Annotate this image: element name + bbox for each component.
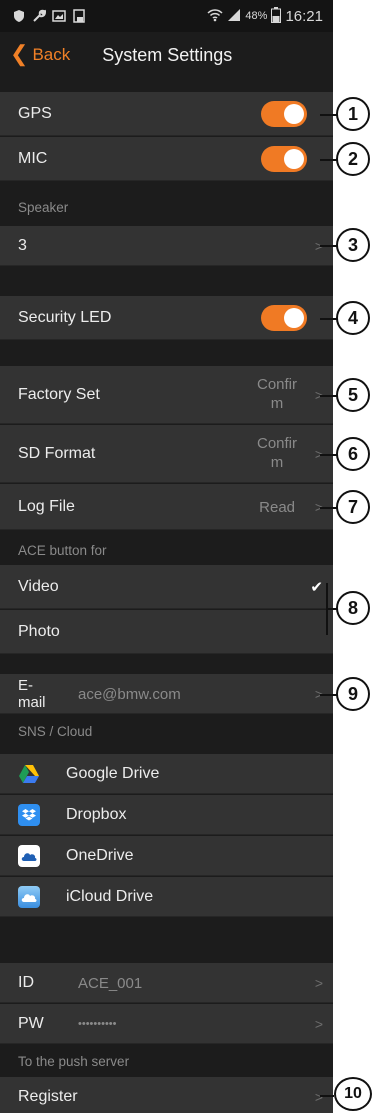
page-title: System Settings <box>102 44 233 65</box>
status-icons-left <box>12 9 86 23</box>
image-icon <box>52 9 66 23</box>
callout-bracket <box>326 583 328 635</box>
ace-photo-row[interactable]: Photo <box>0 610 333 654</box>
sd-format-row[interactable]: SD Format Confir m > <box>0 425 333 483</box>
log-file-label: Log File <box>18 497 75 515</box>
id-row[interactable]: ID ACE_001 > <box>0 963 333 1003</box>
register-row[interactable]: Register > <box>0 1077 333 1113</box>
pw-row[interactable]: PW •••••••••• > <box>0 1004 333 1044</box>
icloud-icon <box>18 885 40 908</box>
security-led-toggle[interactable] <box>261 304 307 331</box>
chevron-right-icon: > <box>314 1015 323 1032</box>
battery-level: 48% <box>245 10 268 22</box>
toggle-knob <box>284 148 304 169</box>
callout-marker: 9 <box>336 677 370 711</box>
wrench-icon <box>32 9 47 23</box>
register-label: Register <box>18 1087 78 1105</box>
cloud-item-label: Google Drive <box>66 764 160 782</box>
log-file-value: Read <box>259 499 295 516</box>
checkmark-icon: ✔ <box>310 578 323 596</box>
gps-toggle[interactable] <box>261 100 307 127</box>
status-bar: 48% 16:21 <box>0 0 333 32</box>
callout-marker: 4 <box>336 301 370 335</box>
cloud-item-google-drive[interactable]: Google Drive <box>0 754 333 794</box>
mic-label: MIC <box>18 149 48 167</box>
nav-bar: ❮ Back System Settings <box>0 32 333 78</box>
sd-format-value: Confir m <box>256 435 297 471</box>
onedrive-icon <box>18 844 40 867</box>
back-button[interactable]: ❮ Back <box>10 41 71 66</box>
security-led-row: Security LED <box>0 296 333 340</box>
cloud-item-onedrive[interactable]: OneDrive <box>0 836 333 876</box>
callout-line <box>320 1095 334 1097</box>
factory-set-label: Factory Set <box>18 385 100 403</box>
signal-icon <box>227 8 241 25</box>
cloud-item-icloud-drive[interactable]: iCloud Drive <box>0 877 333 917</box>
clock: 16:21 <box>285 7 323 25</box>
factory-set-row[interactable]: Factory Set Confir m > <box>0 366 333 424</box>
cloud-item-label: OneDrive <box>66 846 134 864</box>
callout-marker: 3 <box>336 228 370 262</box>
wifi-icon <box>207 8 223 25</box>
toggle-knob <box>284 103 304 124</box>
cloud-item-label: iCloud Drive <box>66 887 154 905</box>
push-section-label: To the push server <box>18 1054 130 1069</box>
screenshot-icon <box>72 9 86 23</box>
chevron-left-icon: ❮ <box>10 41 29 66</box>
speaker-section-label: Speaker <box>18 200 69 215</box>
cloud-item-label: Dropbox <box>66 805 127 823</box>
ace-section-label: ACE button for <box>18 543 107 558</box>
callout-marker: 6 <box>336 437 370 471</box>
ace-video-row[interactable]: Video ✔ <box>0 565 333 609</box>
dropbox-icon <box>18 803 40 826</box>
id-label: ID <box>18 973 34 991</box>
battery-icon <box>271 6 282 26</box>
factory-set-value: Confir m <box>256 376 297 412</box>
email-value: ace@bmw.com <box>78 686 181 703</box>
phone-screen: 48% 16:21 ❮ Back System Settings GPS MIC… <box>0 0 333 1113</box>
id-value: ACE_001 <box>78 975 143 992</box>
mic-row: MIC <box>0 137 333 181</box>
ace-photo-label: Photo <box>18 622 60 640</box>
callout-marker: 10 <box>334 1077 372 1111</box>
email-row[interactable]: E- mail ace@bmw.com > <box>0 674 333 714</box>
sns-section-label: SNS / Cloud <box>18 724 93 739</box>
shield-icon <box>12 9 26 23</box>
callout-marker: 2 <box>336 142 370 176</box>
speaker-value: 3 <box>18 236 27 254</box>
pw-value: •••••••••• <box>78 1018 117 1030</box>
back-label: Back <box>32 45 71 64</box>
cloud-item-dropbox[interactable]: Dropbox <box>0 795 333 835</box>
email-label: E- mail <box>18 676 46 711</box>
log-file-row[interactable]: Log File Read > <box>0 484 333 530</box>
status-icons-right: 48% 16:21 <box>207 6 323 26</box>
toggle-knob <box>284 307 304 328</box>
chevron-right-icon: > <box>314 974 323 991</box>
gps-row: GPS <box>0 92 333 136</box>
callout-marker: 1 <box>336 97 370 131</box>
speaker-row[interactable]: 3 > <box>0 226 333 266</box>
gps-label: GPS <box>18 104 52 122</box>
callout-marker: 5 <box>336 378 370 412</box>
ace-video-label: Video <box>18 577 59 595</box>
google-drive-icon <box>18 763 40 785</box>
callout-marker: 8 <box>336 591 370 625</box>
pw-label: PW <box>18 1014 44 1032</box>
callout-marker: 7 <box>336 490 370 524</box>
mic-toggle[interactable] <box>261 145 307 172</box>
sd-format-label: SD Format <box>18 444 96 462</box>
security-led-label: Security LED <box>18 308 112 326</box>
